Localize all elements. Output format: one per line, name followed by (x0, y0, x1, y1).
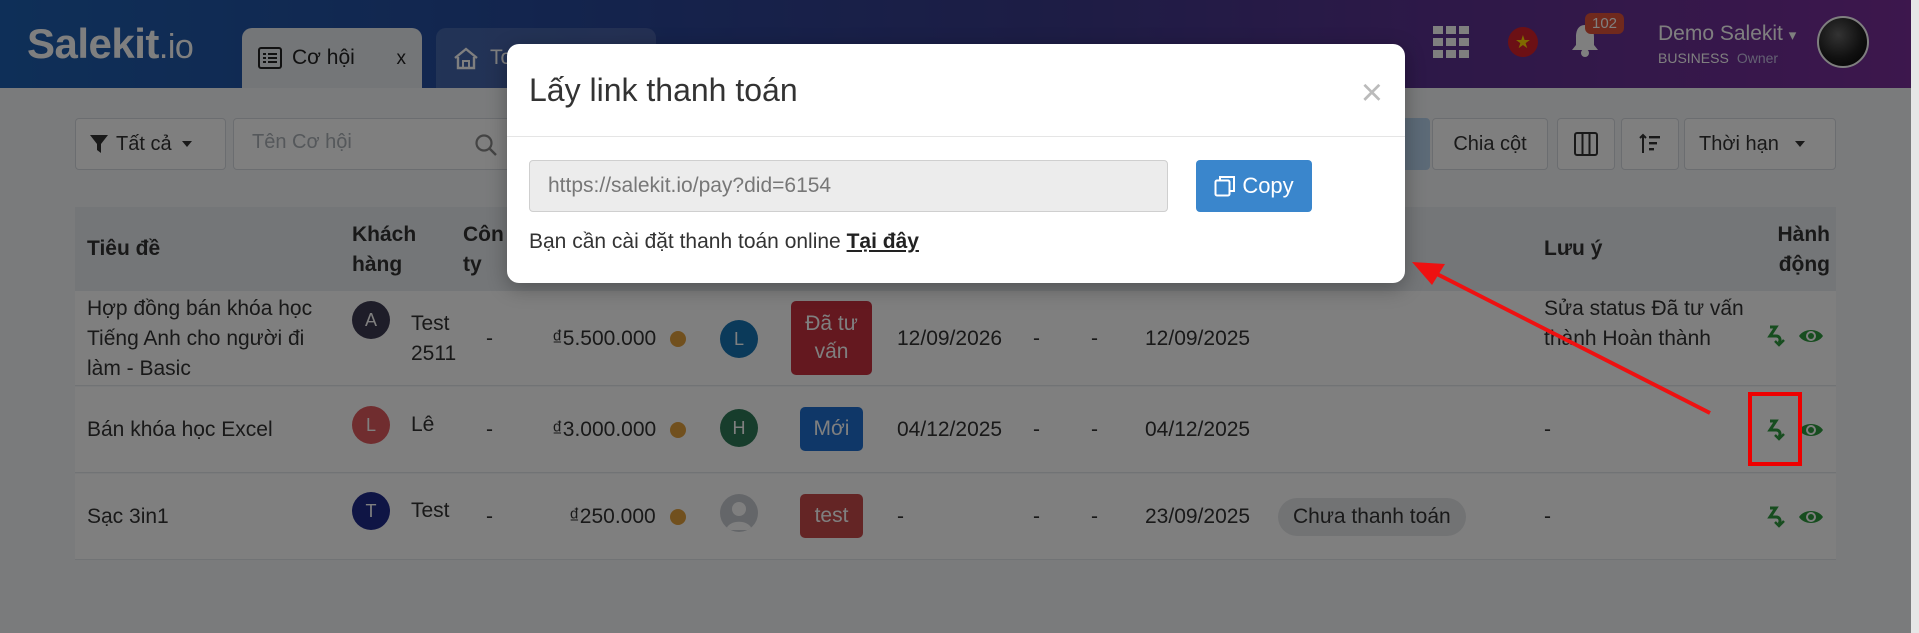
note-text: Bạn cần cài đặt thanh toán online (529, 230, 847, 253)
copy-icon (1214, 175, 1236, 197)
modal-divider (507, 136, 1405, 137)
page-scrollbar[interactable] (1911, 0, 1919, 633)
payment-link-modal: Lấy link thanh toán × Copy Bạn cần cài đ… (507, 44, 1405, 283)
payment-link-input[interactable] (529, 160, 1168, 212)
highlight-box (1748, 392, 1802, 466)
setup-link[interactable]: Tại đây (847, 230, 919, 253)
close-button[interactable]: × (1361, 74, 1383, 112)
copy-label: Copy (1242, 173, 1294, 198)
modal-note: Bạn cần cài đặt thanh toán online Tại đâ… (529, 230, 919, 254)
copy-button[interactable]: Copy (1196, 160, 1312, 212)
modal-title: Lấy link thanh toán (529, 72, 798, 108)
